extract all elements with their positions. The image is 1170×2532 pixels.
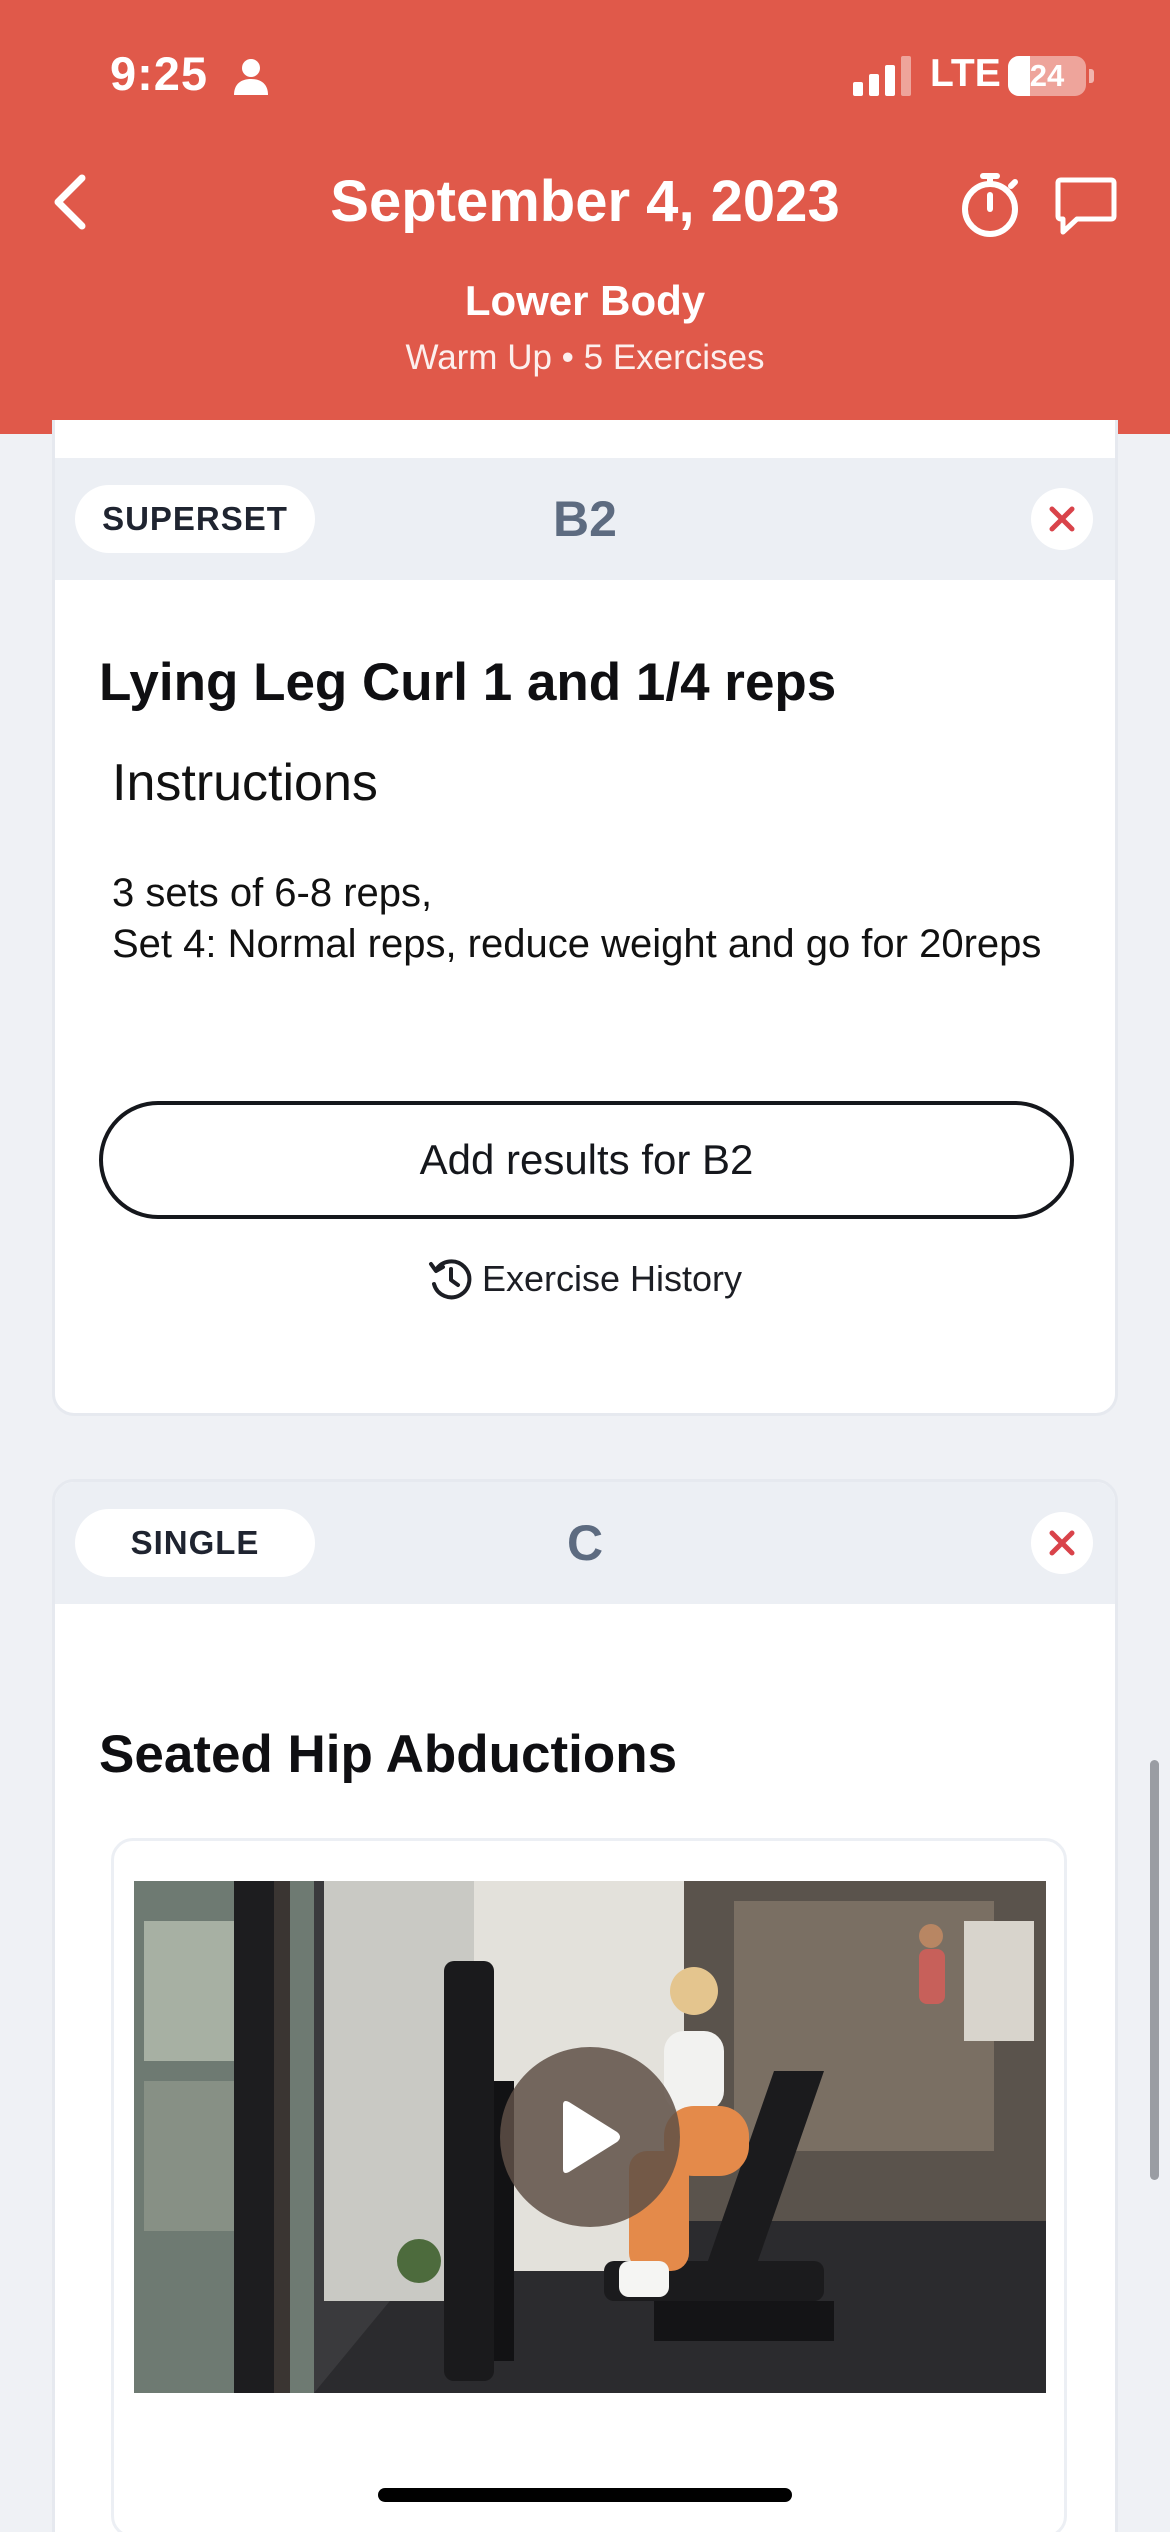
exercise-card-b2: SUPERSET B2 Lying Leg Curl 1 and 1/4 rep… xyxy=(52,420,1118,1416)
instructions-text: 3 sets of 6-8 reps, Set 4: Normal reps, … xyxy=(112,868,1052,970)
close-icon[interactable] xyxy=(1031,1512,1093,1574)
exercise-history-link[interactable]: Exercise History xyxy=(55,1256,1115,1302)
card-header: SUPERSET B2 xyxy=(55,458,1115,580)
status-time: 9:25 xyxy=(110,47,209,100)
workout-meta: Warm Up • 5 Exercises xyxy=(405,338,765,377)
card-header: SINGLE C xyxy=(55,1482,1115,1604)
add-results-button[interactable]: Add results for B2 xyxy=(99,1101,1074,1219)
workout-name: Lower Body xyxy=(464,277,706,324)
person-icon xyxy=(233,58,269,101)
home-indicator xyxy=(378,2488,792,2502)
scroll-indicator xyxy=(1150,1760,1159,2180)
video-card xyxy=(111,1838,1067,2532)
instruction-line: Set 4: Normal reps, reduce weight and go… xyxy=(112,922,1042,966)
instruction-line: 3 sets of 6-8 reps, xyxy=(112,871,433,915)
chat-bubble-icon[interactable] xyxy=(1055,176,1117,241)
exercise-name: Seated Hip Abductions xyxy=(99,1725,678,1784)
play-icon[interactable] xyxy=(500,2047,680,2227)
instructions-heading: Instructions xyxy=(112,754,378,812)
group-label: C xyxy=(566,1515,604,1571)
history-icon xyxy=(428,1259,472,1300)
battery-icon: 24 xyxy=(1008,56,1086,96)
exercise-name: Lying Leg Curl 1 and 1/4 reps xyxy=(99,653,837,712)
battery-level: 24 xyxy=(1029,58,1065,93)
group-label: B2 xyxy=(553,491,617,547)
exercise-history-label: Exercise History xyxy=(481,1258,743,1299)
stopwatch-icon[interactable] xyxy=(959,172,1021,243)
close-icon[interactable] xyxy=(1031,488,1093,550)
exercise-card-c: SINGLE C Seated Hip Abductions xyxy=(52,1479,1118,2532)
network-type: LTE xyxy=(930,52,1001,95)
exercise-video[interactable] xyxy=(134,1881,1046,2393)
app-header: 9:25 LTE 24 September 4, 2023 Lower Body… xyxy=(0,0,1170,434)
signal-icon xyxy=(853,56,913,101)
